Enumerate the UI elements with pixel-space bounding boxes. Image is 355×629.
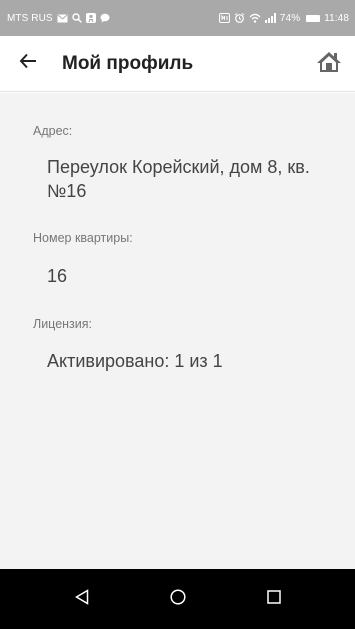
wifi-icon: [249, 13, 261, 23]
battery-percent: 74%: [279, 12, 301, 24]
battery-icon: [306, 14, 321, 22]
address-value: Переулок Корейский, дом 8, кв. №16: [47, 157, 310, 201]
search-icon: [72, 13, 82, 23]
alarm-icon: [234, 13, 245, 23]
odnoklassniki-icon: [85, 13, 96, 23]
page-title: Мой профиль: [62, 52, 194, 74]
status-bar-right: 74% 11:48: [218, 12, 349, 24]
status-bar-left: MTS RUS: [7, 13, 110, 24]
nav-home-button[interactable]: [163, 584, 193, 614]
status-bar: MTS RUS 74% 11:48: [0, 0, 355, 36]
recents-square-icon: [266, 589, 281, 609]
nav-recents-button[interactable]: [259, 584, 289, 614]
address-label: Адрес:: [33, 124, 73, 138]
nav-back-button[interactable]: [67, 584, 97, 614]
system-nav-bar: [0, 569, 355, 629]
home-circle-icon: [169, 588, 186, 610]
phone-screen: MTS RUS 74% 11:48 Мой профиль Адрес: Пер…: [0, 0, 355, 629]
license-value: Активировано: 1 из 1: [47, 351, 223, 371]
chat-bubble-icon: [100, 13, 110, 23]
profile-content: Адрес: Переулок Корейский, дом 8, кв. №1…: [0, 93, 355, 569]
home-icon: [316, 50, 342, 79]
sms-icon: [57, 14, 68, 23]
apartment-value: 16: [47, 266, 68, 286]
app-bar: Мой профиль: [0, 36, 355, 92]
signal-icon: [264, 13, 276, 23]
back-triangle-icon: [74, 588, 89, 610]
apartment-label: Номер квартиры:: [33, 231, 133, 245]
clock: 11:48: [324, 12, 349, 24]
carrier-name: MTS RUS: [7, 12, 53, 24]
back-button[interactable]: [6, 36, 50, 92]
home-button[interactable]: [311, 46, 347, 82]
license-label: Лицензия:: [33, 317, 93, 331]
arrow-left-icon: [19, 53, 37, 74]
nfc-icon: [218, 13, 230, 23]
